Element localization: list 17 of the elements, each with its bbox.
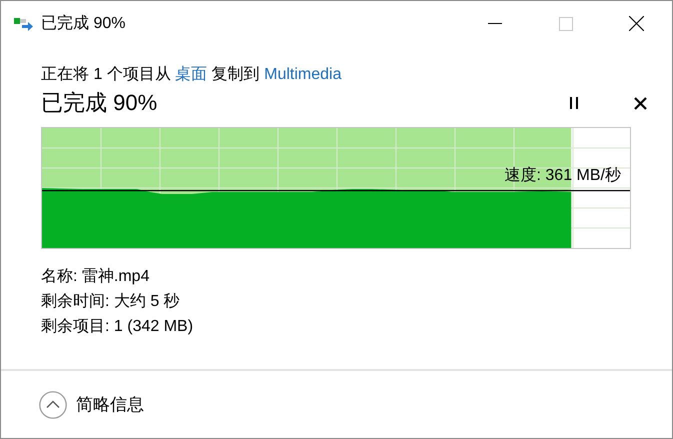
close-icon [629, 16, 644, 31]
close-icon [634, 96, 646, 110]
copy-description: 正在将 1 个项目从 桌面 复制到 Multimedia [41, 65, 342, 85]
folder-link[interactable]: Multimedia [264, 66, 342, 83]
window-title: 已完成 90% [41, 14, 126, 34]
fewer-details-button[interactable]: 简略信息 [39, 390, 144, 418]
pause-icon [570, 97, 578, 109]
status-heading: 已完成 90% [41, 89, 158, 117]
chevron-up-icon [39, 390, 67, 418]
speed-label: 速度: 361 MB/秒 [504, 166, 621, 186]
copy-icon [14, 16, 34, 32]
minimize-icon [488, 22, 502, 24]
detail-text: 剩余时间: 大约 5 秒 [41, 292, 181, 312]
detail-text: 名称: 雷神.mp4 [41, 266, 150, 287]
detail-text: 剩余项目: 1 (342 MB) [41, 317, 194, 337]
folder-link[interactable]: 桌面 [175, 66, 208, 83]
maximize-icon [558, 16, 572, 30]
